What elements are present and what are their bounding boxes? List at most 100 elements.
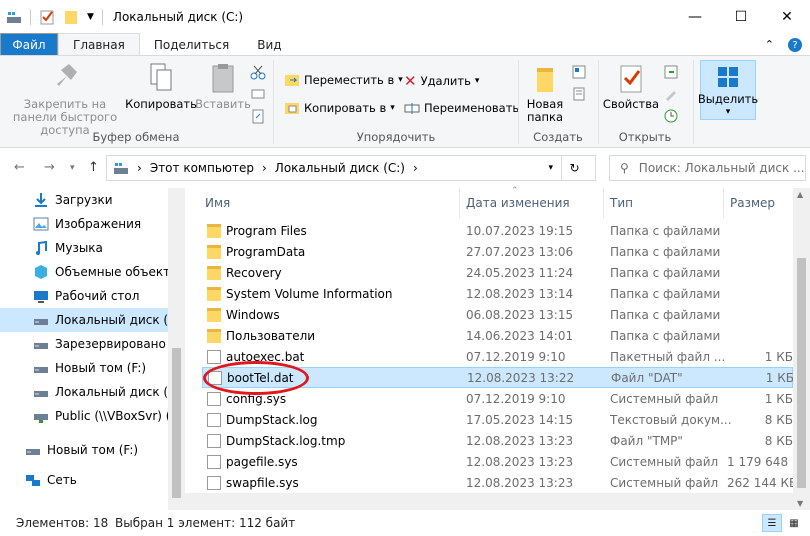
history-icon[interactable] [663,108,679,124]
tab-home[interactable]: Главная [58,33,140,56]
refresh-icon[interactable]: ↻ [561,156,587,180]
nav-item[interactable]: Объемные объекты [0,260,168,284]
nav-item[interactable]: Public (\\VBoxSvr) (Z [0,404,168,428]
nav-item[interactable]: Новый том (F:) [0,356,168,380]
breadcrumb-separator-icon: › [412,161,418,175]
drive-icon[interactable] [6,9,22,25]
nav-item-label: Сеть [47,473,77,487]
nav-scrollbar[interactable] [168,188,185,510]
selection-info: Выбран 1 элемент: 112 байт [115,516,296,530]
file-icon [207,412,221,427]
details-view-icon[interactable]: ☰ [762,514,782,532]
table-row[interactable]: Recovery 24.05.2023 11:24 Папка с файлами [202,262,793,283]
pin-quick-access-button[interactable]: Закрепить на панели быстрого доступа [6,62,124,137]
nav-item[interactable]: Музыка [0,236,168,260]
table-row[interactable]: swapfile.sys 12.08.2023 13:23 Системный фа… [202,472,793,493]
cell-name: Program Files [226,223,307,238]
nav-item[interactable]: Изображения [0,212,168,236]
recent-locations-icon[interactable]: ▾ [70,163,75,173]
open-group-label: Открыть [618,130,672,144]
table-row[interactable]: System Volume Information 12.08.2023 13:1… [202,283,793,304]
collapse-ribbon-icon[interactable]: ⌃ [765,38,774,52]
cell-date: 12.08.2023 13:23 [466,454,574,469]
cell-size: 1 КБ [765,370,794,385]
breadcrumb-separator-icon: › [261,161,267,175]
address-history-icon[interactable]: ▾ [548,163,553,173]
cell-type: Текстовый докум... [610,412,732,427]
large-icons-view-icon[interactable]: ▦ [784,514,804,532]
edit-icon[interactable] [663,86,679,102]
nav-item[interactable]: Локальный диск (C:) [0,308,168,332]
tab-view[interactable]: Вид [243,33,295,56]
address-box[interactable]: › Этот компьютер › Локальный диск (C:) ›… [106,155,596,181]
nav-item[interactable]: Сеть [0,468,168,492]
back-button[interactable]: ← [14,160,25,175]
maximize-button[interactable]: ☐ [718,0,764,33]
cell-date: 12.08.2023 13:23 [466,433,574,448]
table-row-partial [202,206,793,214]
properties-button[interactable]: Свойства [603,62,659,111]
properties-icon[interactable] [39,9,55,25]
table-row[interactable]: autoexec.bat 07.12.2019 9:10 Пакетный файл… [202,346,793,367]
horizontal-scrollbar[interactable] [185,493,793,510]
nav-item-label: Локальный диск (H:) [55,385,168,399]
copy-button[interactable]: Копировать [125,62,197,111]
navigation-pane: Загрузки Изображения Музыка Объемные объект… [0,188,185,510]
cell-type: Системный файл [610,391,719,406]
new-folder-icon[interactable] [63,9,79,25]
copy-to-button[interactable]: Копировать в ▾ [284,100,395,116]
cell-type: Папка с файлами [610,244,721,259]
cell-type: Файл "TMP" [610,433,683,448]
cut-icon[interactable] [250,64,266,80]
table-row[interactable]: DumpStack.log 17.05.2023 14:15 Текстовый д… [202,409,793,430]
cell-date: 14.06.2023 14:01 [466,328,574,343]
select-button[interactable]: Выделить ▾ [698,60,758,120]
up-button[interactable]: ↑ [88,160,99,175]
easy-access-icon[interactable] [571,86,587,102]
file-list-scrollbar[interactable]: ▲ ▼ [793,188,810,510]
minimize-button[interactable]: — [672,0,718,33]
cell-type: Папка с файлами [610,307,721,322]
table-row[interactable]: Program Files 10.07.2023 19:15 Папка с фай… [202,220,793,241]
open-icon[interactable] [663,64,679,80]
nav-item[interactable]: Рабочий стол [0,284,168,308]
tab-share[interactable]: Поделиться [140,33,243,56]
search-input[interactable]: ⚲ Поиск: Локальный диск ... [609,155,806,181]
copy-path-icon[interactable] [250,86,266,102]
table-row[interactable]: pagefile.sys 12.08.2023 13:23 Системный фа… [202,451,793,472]
table-row[interactable]: ProgramData 27.07.2023 13:06 Папка с файла… [202,241,793,262]
table-row[interactable]: config.sys 07.12.2019 9:10 Системный файл 1… [202,388,793,409]
nav-item[interactable]: Зарезервировано си [0,332,168,356]
paste-shortcut-icon[interactable] [250,108,266,124]
customize-quick-access-icon[interactable]: ▼ [87,12,94,22]
network-icon [26,475,40,486]
tab-file[interactable]: Файл [0,33,58,56]
clipboard-group: Закрепить на панели быстрого доступа Коп… [0,56,272,148]
paste-button[interactable]: Вставить [195,62,251,111]
rename-button[interactable]: Переименовать [404,100,519,116]
cell-name: Recovery [226,265,282,280]
new-folder-button[interactable]: Новая папка [523,62,567,124]
search-icon: ⚲ [620,161,629,175]
file-icon [207,475,221,490]
breadcrumb-this-pc[interactable]: Этот компьютер [150,161,254,175]
file-icon [207,391,221,406]
table-row[interactable]: DumpStack.log.tmp 12.08.2023 13:23 Файл "T… [202,430,793,451]
forward-button[interactable]: → [44,160,55,175]
move-to-button[interactable]: Переместить в ▾ [284,72,403,88]
nav-item[interactable]: Загрузки [0,188,168,212]
nav-item-label: Новый том (F:) [55,361,147,375]
table-row[interactable]: Windows 06.08.2023 13:15 Папка с файлами [202,304,793,325]
nav-item-label: Загрузки [55,193,113,207]
nav-item[interactable]: Локальный диск (H:) [0,380,168,404]
new-item-icon[interactable] [571,64,587,80]
nav-item-label: Локальный диск (C:) [55,313,168,327]
help-icon[interactable]: ? [788,38,802,52]
clipboard-group-label: Буфер обмена [92,130,180,144]
breadcrumb-drive[interactable]: Локальный диск (C:) [275,161,405,175]
nav-item[interactable]: Новый том (F:) [0,438,168,462]
file-icon [207,454,221,469]
close-button[interactable]: ✕ [764,0,810,33]
table-row[interactable]: Пользователи 14.06.2023 14:01 Папка с файл… [202,325,793,346]
delete-button[interactable]: ✕ Удалить ▾ [404,72,479,90]
